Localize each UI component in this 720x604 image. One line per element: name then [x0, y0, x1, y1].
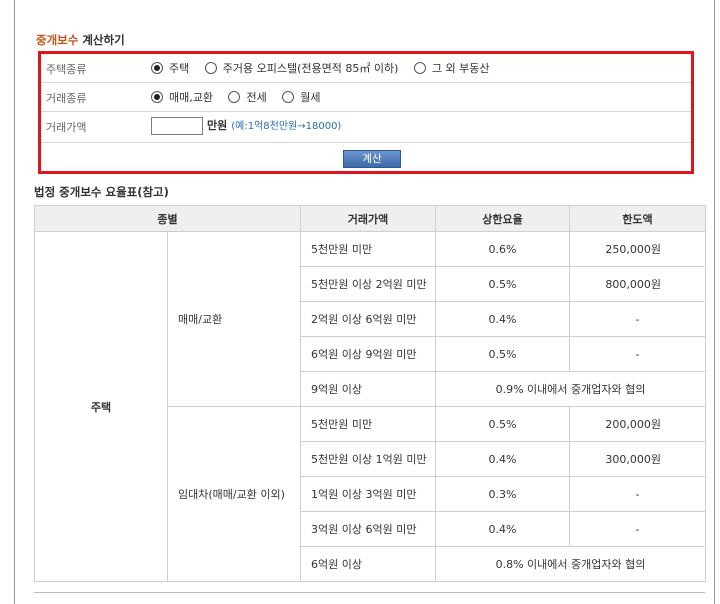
limit-cell: 800,000원	[569, 266, 706, 302]
price-cell: 6억원 이상 9억원 미만	[300, 336, 436, 372]
limit-cell: 250,000원	[569, 231, 706, 267]
price-unit: 만원	[207, 119, 228, 132]
radio-icon[interactable]	[413, 62, 426, 74]
bottom-divider	[34, 592, 705, 593]
header-rate: 상한요율	[435, 205, 570, 232]
price-cell: 5천만원 미만	[300, 231, 436, 267]
rate-cell: 0.4%	[435, 441, 570, 477]
option-label: 주거용 오피스텔(전용면적 85㎡ 이하)	[222, 62, 399, 75]
price-hint: (예:1억8천만원→18000)	[231, 121, 342, 132]
price-cell: 6억원 이상	[300, 546, 436, 582]
calculate-button[interactable]: 계산	[343, 150, 401, 168]
group-cell: 임대차(매매/교환 이외)	[167, 406, 301, 582]
rate-cell: 0.3%	[435, 476, 570, 512]
limit-cell: -	[569, 476, 706, 512]
limit-cell: -	[569, 336, 706, 372]
frame-border-left	[14, 0, 15, 604]
price-cell: 5천만원 미만	[300, 406, 436, 442]
rate-cell: 0.5%	[435, 266, 570, 302]
radio-icon[interactable]	[228, 91, 241, 103]
fee-table: 종별 거래가액 상한요율 한도액 주택 매매/교환 5천만원 미만 0.6% 2…	[34, 205, 706, 582]
fee-table-title: 법정 중개보수 요율표(참고)	[34, 185, 169, 199]
price-cell: 3억원 이상 6억원 미만	[300, 511, 436, 547]
price-label: 거래가액	[46, 121, 87, 134]
calculator-title-accent: 중개보수	[36, 33, 79, 47]
group-cell: 매매/교환	[167, 231, 301, 407]
calculator-title-rest: 계산하기	[78, 33, 125, 47]
deal-type-option-sale[interactable]: 매매,교환	[151, 89, 213, 105]
option-label: 전세	[246, 91, 267, 104]
header-limit: 한도액	[569, 205, 706, 232]
price-cell: 1억원 이상 3억원 미만	[300, 476, 436, 512]
radio-icon[interactable]	[151, 91, 163, 103]
rate-cell: 0.5%	[435, 336, 570, 372]
price-cell: 5천만원 이상 2억원 미만	[300, 266, 436, 302]
header-price: 거래가액	[300, 205, 436, 232]
price-cell: 9억원 이상	[300, 371, 436, 407]
option-label: 월세	[300, 91, 321, 104]
calculator-title: 중개보수 계산하기	[36, 32, 125, 48]
rate-note-cell: 0.9% 이내에서 중개업자와 협의	[435, 371, 706, 407]
housing-type-label: 주택종류	[46, 63, 87, 76]
limit-cell: 200,000원	[569, 406, 706, 442]
price-row: 거래가액 만원 (예:1억8천만원→18000)	[41, 112, 691, 143]
deal-type-options: 매매,교환 전세 월세	[151, 89, 332, 105]
limit-cell: 300,000원	[569, 441, 706, 477]
housing-type-option-house[interactable]: 주택	[151, 60, 189, 76]
option-label: 매매,교환	[169, 91, 213, 104]
rate-cell: 0.6%	[435, 231, 570, 267]
housing-type-row: 주택종류 주택 주거용 오피스텔(전용면적 85㎡ 이하) 그 외 부동산	[41, 54, 691, 83]
category-cell: 주택	[34, 231, 168, 582]
price-input[interactable]	[151, 117, 203, 135]
calculator-form: 주택종류 주택 주거용 오피스텔(전용면적 85㎡ 이하) 그 외 부동산 거래…	[38, 51, 694, 174]
header-type: 종별	[34, 205, 301, 232]
rate-cell: 0.4%	[435, 301, 570, 337]
deal-type-option-jeonse[interactable]: 전세	[228, 89, 267, 105]
radio-icon[interactable]	[204, 62, 217, 74]
rate-note-cell: 0.8% 이내에서 중개업자와 협의	[435, 546, 706, 582]
rate-cell: 0.5%	[435, 406, 570, 442]
price-field-group: 만원 (예:1억8천만원→18000)	[151, 117, 341, 135]
radio-icon[interactable]	[151, 62, 163, 74]
deal-type-row: 거래종류 매매,교환 전세 월세	[41, 83, 691, 112]
limit-cell: -	[569, 301, 706, 337]
housing-type-options: 주택 주거용 오피스텔(전용면적 85㎡ 이하) 그 외 부동산	[151, 60, 501, 76]
limit-cell: -	[569, 511, 706, 547]
fee-table-header: 종별 거래가액 상한요율 한도액	[34, 205, 706, 232]
radio-icon[interactable]	[282, 91, 295, 103]
frame-border-right	[714, 0, 715, 604]
price-cell: 2억원 이상 6억원 미만	[300, 301, 436, 337]
deal-type-option-monthly[interactable]: 월세	[282, 89, 320, 105]
rate-cell: 0.4%	[435, 511, 570, 547]
price-cell: 5천만원 이상 1억원 미만	[300, 441, 436, 477]
option-label: 그 외 부동산	[431, 62, 490, 75]
housing-type-option-officetel[interactable]: 주거용 오피스텔(전용면적 85㎡ 이하)	[204, 60, 399, 76]
table-row: 주택 매매/교환 5천만원 미만 0.6% 250,000원	[34, 231, 706, 582]
option-label: 주택	[169, 62, 190, 75]
housing-type-option-other[interactable]: 그 외 부동산	[413, 60, 490, 76]
deal-type-label: 거래종류	[46, 92, 87, 105]
